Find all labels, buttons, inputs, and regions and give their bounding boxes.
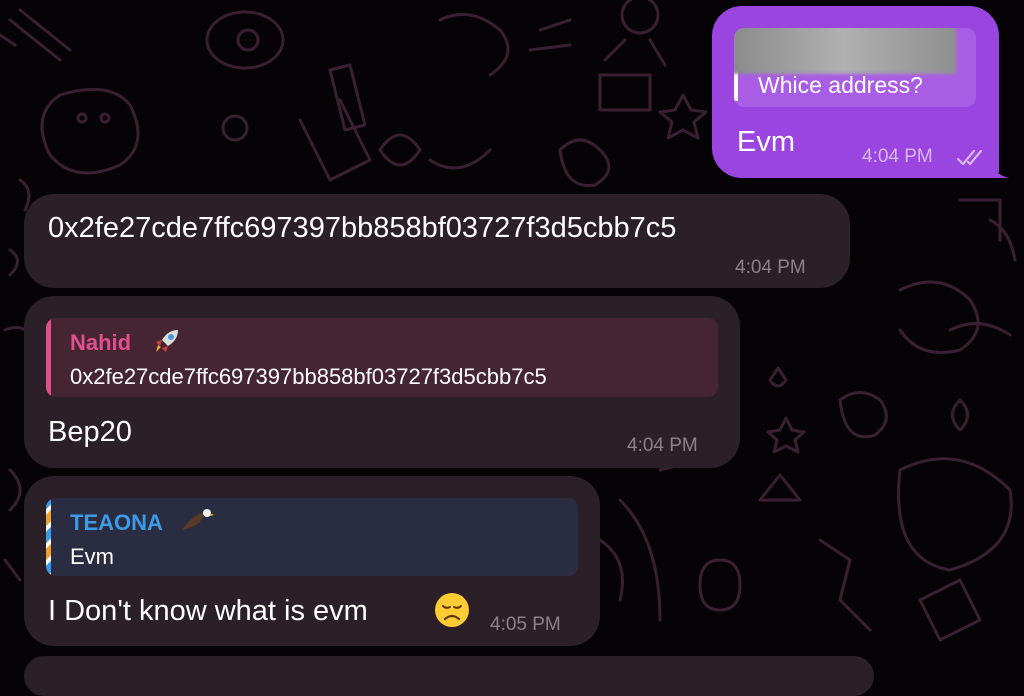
message-text: 0x2fe27cde7ffc697397bb858bf03727f3d5cbb7… (48, 212, 677, 244)
incoming-message-partial[interactable] (24, 656, 874, 696)
message-time: 4:05 PM (490, 614, 561, 635)
reply-accent-bar (46, 498, 51, 576)
message-time: 4:04 PM (862, 146, 933, 167)
incoming-message[interactable]: 0x2fe27cde7ffc697397bb858bf03727f3d5cbb7… (24, 194, 850, 288)
reply-quote[interactable]: Whice address? (734, 28, 976, 107)
message-text: Evm (737, 126, 795, 158)
message-time: 4:04 PM (627, 435, 698, 456)
double-check-icon (956, 149, 983, 166)
incoming-message[interactable]: Nahid 0x2fe27cde7ffc697397bb858bf03727f3… (24, 296, 740, 468)
reply-sender-name: Nahid (70, 330, 132, 355)
message-time: 4:04 PM (735, 257, 806, 278)
reply-quote[interactable]: TEAONA Evm (46, 498, 578, 576)
reply-text: 0x2fe27cde7ffc697397bb858bf03727f3d5cbb7… (70, 364, 547, 389)
incoming-message[interactable]: TEAONA Evm I Don't know what is evm 4:05… (24, 476, 600, 646)
bubble-tail (987, 158, 1009, 178)
reply-accent-bar (734, 70, 738, 101)
reply-sender-name: TEAONA (70, 510, 163, 535)
outgoing-message[interactable]: Whice address? Evm 4:04 PM (712, 6, 1009, 178)
reply-quote[interactable]: Nahid 0x2fe27cde7ffc697397bb858bf03727f3… (46, 318, 718, 397)
reply-text: Evm (70, 544, 114, 569)
eagle-emoji (182, 509, 214, 530)
blurred-sender-name (734, 28, 956, 74)
rocket-emoji (156, 330, 178, 352)
reply-accent-bar (46, 318, 51, 397)
message-text: I Don't know what is evm (48, 595, 368, 627)
reply-text: Whice address? (758, 72, 923, 98)
message-text: Bep20 (48, 416, 132, 448)
disappointed-face-emoji (435, 593, 469, 627)
